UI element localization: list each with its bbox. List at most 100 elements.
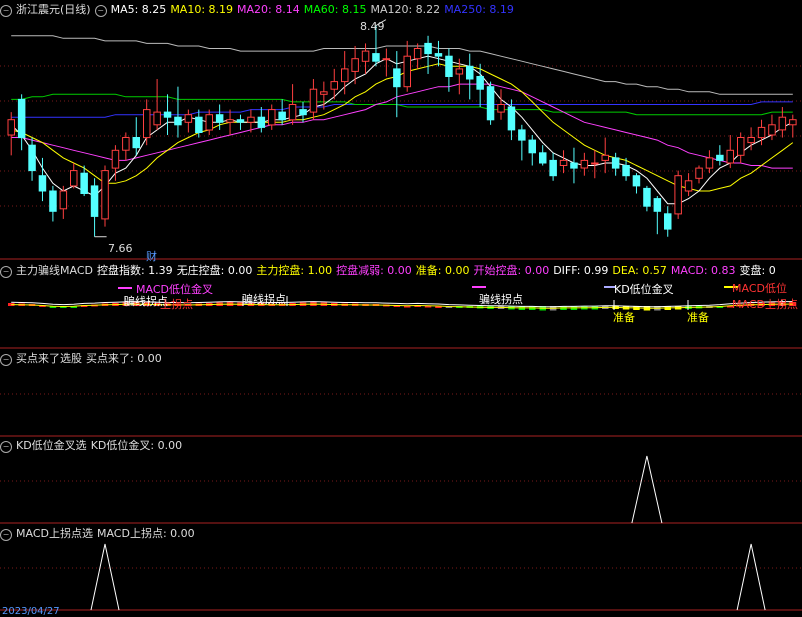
- candle: [163, 111, 172, 118]
- piao-label-2: 骗线拐点: [242, 293, 286, 306]
- candle: [341, 68, 349, 83]
- candle: [664, 213, 672, 230]
- candle: [236, 119, 245, 123]
- panel3-header: − 买点来了选股 买点来了: 0.00: [0, 352, 166, 366]
- indicator-header: − 主力骗线MACD 控盘指数: 1.39 无庄控盘: 0.00 主力控盘: 1.00 控…: [0, 264, 780, 278]
- candle: [153, 111, 161, 126]
- indicator-name: 主力骗线MACD: [16, 264, 93, 277]
- candle: [570, 162, 578, 169]
- panel3-value: 买点来了: 0.00: [86, 352, 162, 365]
- candle: [70, 170, 78, 187]
- candle: [111, 149, 120, 169]
- candle: [59, 190, 68, 210]
- candle: [268, 109, 276, 126]
- candle: [601, 154, 609, 161]
- dea-label: DEA: 0.57: [612, 264, 667, 277]
- candle: [38, 175, 47, 192]
- zhunbei-label-1: 准备: [613, 311, 635, 324]
- candle: [497, 104, 505, 113]
- bp-label: 变盘: 0: [739, 264, 776, 277]
- candle: [455, 68, 464, 75]
- candle: [486, 86, 495, 121]
- candle: [101, 170, 109, 220]
- candle: [539, 152, 547, 164]
- candle: [643, 187, 651, 207]
- macd-label: MACD: 0.83: [670, 264, 736, 277]
- candle: [507, 106, 516, 131]
- kd-signal-spike: [631, 455, 663, 524]
- candle: [611, 157, 620, 169]
- kpzs-label: 控盘指数: 1.39: [96, 264, 173, 277]
- panel5-header: − MACD上拐点选 MACD上拐点: 0.00: [0, 527, 199, 541]
- candle: [580, 159, 589, 169]
- candle: [215, 114, 224, 123]
- kd-low-cross-label: KD低位金叉: [614, 283, 674, 296]
- candle: [17, 98, 26, 139]
- collapse-icon[interactable]: −: [0, 354, 12, 366]
- candle: [299, 109, 307, 116]
- wzkp-label: 无庄控盘: 0.00: [176, 264, 253, 277]
- candle: [716, 154, 724, 161]
- candle: [632, 175, 641, 187]
- macd-low-label: MACD低位: [732, 282, 787, 295]
- candle: [195, 116, 203, 133]
- candle: [7, 119, 15, 136]
- candle: [737, 137, 745, 156]
- high-price-label: 8.49: [360, 20, 385, 33]
- candle: [309, 88, 318, 113]
- candle: [424, 42, 432, 55]
- candle: [330, 81, 338, 90]
- up-turn-label: 上拐点: [160, 298, 193, 311]
- candle: [549, 159, 557, 177]
- piao-label-3: 骗线拐点: [479, 293, 523, 306]
- candle: [528, 139, 536, 154]
- candle: [351, 58, 359, 72]
- candle: [695, 167, 703, 179]
- candle: [247, 116, 255, 123]
- candle: [445, 55, 453, 77]
- candle: [653, 198, 662, 212]
- collapse-icon[interactable]: −: [0, 441, 12, 453]
- panel3-name: 买点来了选股: [16, 352, 82, 365]
- candle: [466, 65, 474, 80]
- candle: [278, 111, 286, 121]
- candle: [80, 172, 88, 194]
- candle: [393, 68, 401, 88]
- diff-label: DIFF: 0.99: [553, 264, 609, 277]
- macd-turn-spike: [90, 543, 120, 611]
- chart-canvas[interactable]: [0, 0, 802, 617]
- macd-turn-spike: [736, 543, 766, 611]
- collapse-icon[interactable]: −: [0, 529, 12, 541]
- candle: [205, 114, 213, 131]
- kskp-label: 开始控盘: 0.00: [473, 264, 550, 277]
- candle: [622, 165, 630, 177]
- candle: [559, 159, 568, 166]
- candle: [288, 104, 297, 121]
- candle: [403, 55, 411, 88]
- panel4-header: − KD低位金叉选 KD低位金叉: 0.00: [0, 439, 186, 453]
- candle: [382, 58, 391, 61]
- panel5-value: MACD上拐点: 0.00: [96, 527, 195, 540]
- candle: [747, 137, 755, 144]
- candle: [476, 76, 484, 90]
- panel4-name: KD低位金叉选: [16, 439, 87, 452]
- finance-marker[interactable]: 财: [146, 248, 157, 264]
- candle: [413, 48, 422, 60]
- zb-label: 准备: 0.00: [415, 264, 470, 277]
- candle: [705, 157, 714, 169]
- ma120-line: [11, 35, 793, 95]
- candle: [184, 114, 193, 123]
- candle: [122, 137, 130, 151]
- candle: [434, 53, 443, 57]
- candle: [28, 144, 36, 172]
- candle: [757, 126, 766, 139]
- ma10-line: [11, 63, 794, 192]
- low-price-label: 7.66: [108, 242, 133, 255]
- candle: [143, 109, 151, 139]
- collapse-icon[interactable]: −: [0, 266, 12, 278]
- candle: [674, 175, 682, 215]
- candle: [174, 116, 182, 126]
- bottom-date: 2023/04/27: [2, 606, 60, 617]
- candle: [684, 180, 693, 192]
- candle: [49, 190, 57, 212]
